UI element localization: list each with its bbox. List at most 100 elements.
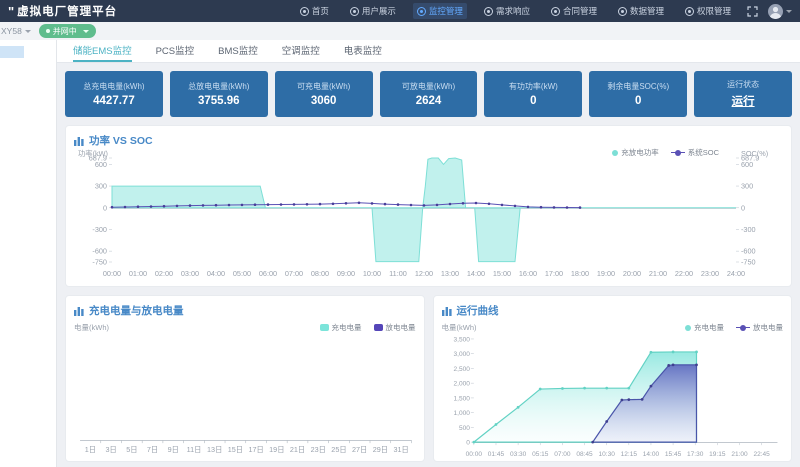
legend-item-charge-power[interactable]: 充放电功率	[612, 147, 659, 158]
svg-text:07:00: 07:00	[554, 451, 571, 458]
fullscreen-icon[interactable]	[747, 6, 758, 17]
power-soc-chart: 687.9687.960060030030000-300-300-600-600…	[72, 148, 772, 280]
svg-text:12:00: 12:00	[415, 269, 433, 278]
tab-label: 储能EMS监控	[73, 43, 132, 57]
stat-card-chargeable: 可充电量(kWh) 3060	[275, 71, 373, 117]
svg-text:15日: 15日	[228, 445, 243, 454]
svg-text:22:45: 22:45	[753, 451, 770, 458]
nav-item-contract[interactable]: 合同管理	[547, 3, 601, 19]
legend-dot-icon	[612, 150, 618, 156]
svg-text:19日: 19日	[269, 445, 284, 454]
user-avatar[interactable]	[768, 4, 783, 19]
stat-label: 剩余电量SOC(%)	[607, 81, 669, 92]
svg-text:15:45: 15:45	[664, 451, 681, 458]
stat-value: 3060	[311, 95, 337, 107]
run-curve-card: 运行曲线 电量(kWh) 充电电量 放电电量 05001,0001,5002,0…	[433, 295, 793, 462]
svg-text:500: 500	[458, 425, 469, 432]
legend-item-charge-energy[interactable]: 充电电量	[685, 322, 724, 333]
svg-text:-750: -750	[741, 258, 756, 267]
monitor-tabbar: 储能EMS监控 PCS监控 BMS监控 空调监控 电表监控	[57, 40, 800, 63]
stat-card-active-power: 有功功率(kW) 0	[484, 71, 582, 117]
svg-text:5日: 5日	[126, 445, 137, 454]
nav-item-user-display[interactable]: 用户展示	[346, 3, 400, 19]
svg-text:14:00: 14:00	[642, 451, 659, 458]
nav-item-data[interactable]: 数据管理	[614, 3, 668, 19]
nav-item-demand-response[interactable]: 需求响应	[480, 3, 534, 19]
chevron-down-icon	[25, 30, 31, 36]
svg-text:05:15: 05:15	[532, 451, 549, 458]
nav-item-label: 首页	[312, 5, 329, 17]
tab-label: 电表监控	[344, 43, 382, 57]
svg-text:02:00: 02:00	[155, 269, 173, 278]
svg-text:01:00: 01:00	[129, 269, 147, 278]
stat-card-total-charge: 总充电电量(kWh) 4427.77	[65, 71, 163, 117]
svg-text:01:45: 01:45	[487, 451, 504, 458]
legend-label: 充电电量	[694, 322, 724, 333]
nav-item-label: 用户展示	[362, 5, 396, 17]
chart-title: 功率 VS SOC	[89, 133, 153, 148]
svg-text:00:00: 00:00	[465, 451, 482, 458]
svg-text:1,500: 1,500	[453, 395, 470, 402]
energy-by-day-chart: 1日3日5日7日9日11日13日15日17日19日21日23日25日27日29日…	[72, 333, 418, 460]
legend-line-dot-icon	[736, 327, 750, 328]
svg-text:300: 300	[741, 182, 753, 191]
stat-label: 运行状态	[727, 79, 759, 90]
svg-text:16:00: 16:00	[519, 269, 537, 278]
run-curve-legend: 充电电量 放电电量	[685, 322, 783, 333]
svg-text:08:45: 08:45	[576, 451, 593, 458]
energy-by-day-card: 充电电量与放电电量 电量(kWh) 充电电量 放电电量 1日3日5日7日9日11…	[65, 295, 425, 462]
legend-line-dot-icon	[671, 152, 685, 153]
legend-label: 放电电量	[753, 322, 783, 333]
tab-bms-monitor[interactable]: BMS监控	[218, 40, 258, 62]
svg-text:21:00: 21:00	[649, 269, 667, 278]
legend-item-charge-energy[interactable]: 充电电量	[320, 322, 362, 333]
nav-item-monitoring[interactable]: 监控管理	[413, 3, 467, 19]
nav-item-label: 合同管理	[563, 5, 597, 17]
card-title-row: 运行曲线	[440, 301, 786, 318]
nav-item-permission[interactable]: 权限管理	[681, 3, 735, 19]
svg-text:1日: 1日	[85, 445, 96, 454]
nav-circle-icon	[685, 7, 694, 16]
legend-item-discharge-energy[interactable]: 放电电量	[736, 322, 783, 333]
stat-value: 0	[530, 95, 536, 107]
nav-item-label: 监控管理	[429, 5, 463, 17]
nav-circle-icon	[484, 7, 493, 16]
tab-ems-monitor[interactable]: 储能EMS监控	[73, 40, 132, 62]
legend-item-discharge-energy[interactable]: 放电电量	[374, 322, 416, 333]
stat-label: 有功功率(kW)	[509, 81, 558, 92]
legend-item-system-soc[interactable]: 系统SOC	[671, 147, 719, 158]
svg-text:23:00: 23:00	[701, 269, 719, 278]
svg-text:21:00: 21:00	[731, 451, 748, 458]
legend-label: 放电电量	[386, 322, 416, 333]
run-status-link[interactable]: 运行	[732, 93, 755, 109]
svg-text:20:00: 20:00	[623, 269, 641, 278]
tab-meter-monitor[interactable]: 电表监控	[344, 40, 382, 62]
bottom-row: 充电电量与放电电量 电量(kWh) 充电电量 放电电量 1日3日5日7日9日11…	[65, 295, 792, 462]
sidebar-selected-item[interactable]	[0, 46, 24, 58]
nav-circle-icon	[300, 7, 309, 16]
grid-status-badge[interactable]: 并网中	[39, 24, 96, 38]
svg-text:00:00: 00:00	[103, 269, 121, 278]
stat-card-run-status: 运行状态 运行	[694, 71, 792, 117]
tab-hvac-monitor[interactable]: 空调监控	[282, 40, 320, 62]
tab-pcs-monitor[interactable]: PCS监控	[156, 40, 195, 62]
nav-circle-icon	[417, 7, 426, 16]
svg-text:0: 0	[103, 203, 107, 212]
nav-item-home[interactable]: 首页	[296, 3, 333, 19]
legend-square-icon	[320, 324, 329, 331]
svg-text:13日: 13日	[207, 445, 222, 454]
stat-label: 可放电量(kWh)	[402, 81, 455, 92]
svg-text:2,500: 2,500	[453, 366, 470, 373]
svg-text:0: 0	[741, 203, 745, 212]
nav-item-label: 数据管理	[630, 5, 664, 17]
svg-text:600: 600	[741, 160, 753, 169]
svg-text:05:00: 05:00	[233, 269, 251, 278]
svg-text:10:30: 10:30	[598, 451, 615, 458]
station-tree-sidebar	[0, 40, 57, 467]
svg-text:29日: 29日	[373, 445, 388, 454]
svg-text:22:00: 22:00	[675, 269, 693, 278]
station-selector[interactable]: XY58	[1, 26, 31, 36]
svg-text:3,000: 3,000	[453, 351, 470, 358]
svg-text:13:00: 13:00	[441, 269, 459, 278]
svg-text:19:15: 19:15	[709, 451, 726, 458]
